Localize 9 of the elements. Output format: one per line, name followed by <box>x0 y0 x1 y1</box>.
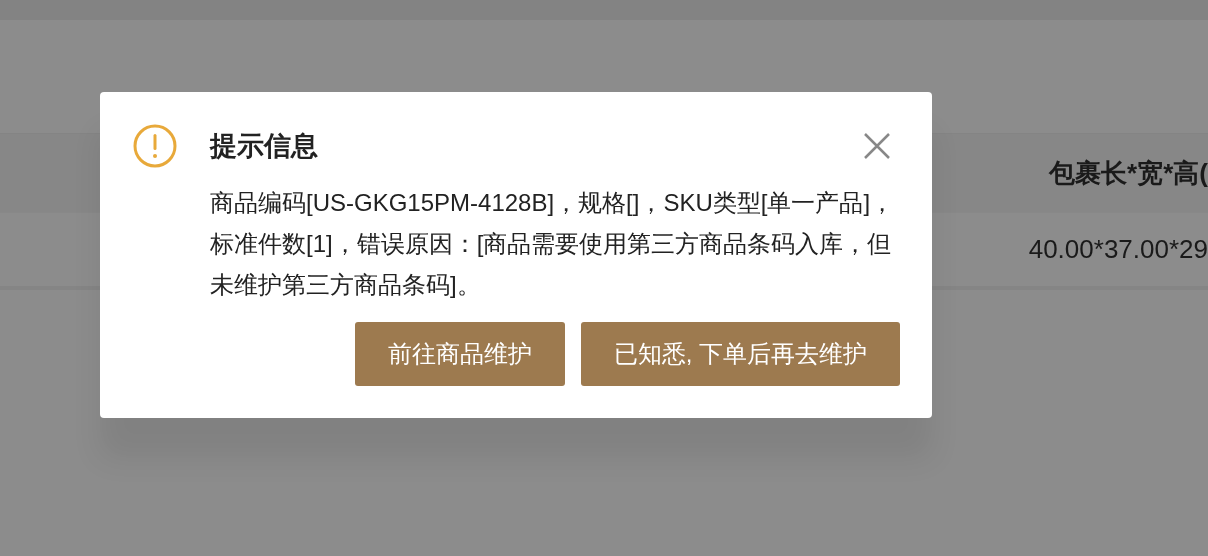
column-header: 包裹长*宽*高( <box>1049 156 1208 190</box>
dialog-button[interactable]: 已知悉, 下单后再去维护 <box>580 322 900 386</box>
table-cell-text: 40.00*37.00*29 <box>1028 233 1208 266</box>
warning-icon <box>133 124 177 168</box>
close-button[interactable] <box>862 131 892 161</box>
dialog-message: 商品编码[US-GKG15PM-4128B]，规格[]，SKU类型[单一产品]，标准件数[1]，错误原因：[商品需要使用第三方商品条码入库，但未维护第三方商品条码]。 <box>210 188 896 300</box>
close-icon <box>864 133 890 159</box>
dialog-title: 提示信息 <box>210 129 318 163</box>
dialog-button[interactable]: 前往商品维护 <box>354 322 565 386</box>
